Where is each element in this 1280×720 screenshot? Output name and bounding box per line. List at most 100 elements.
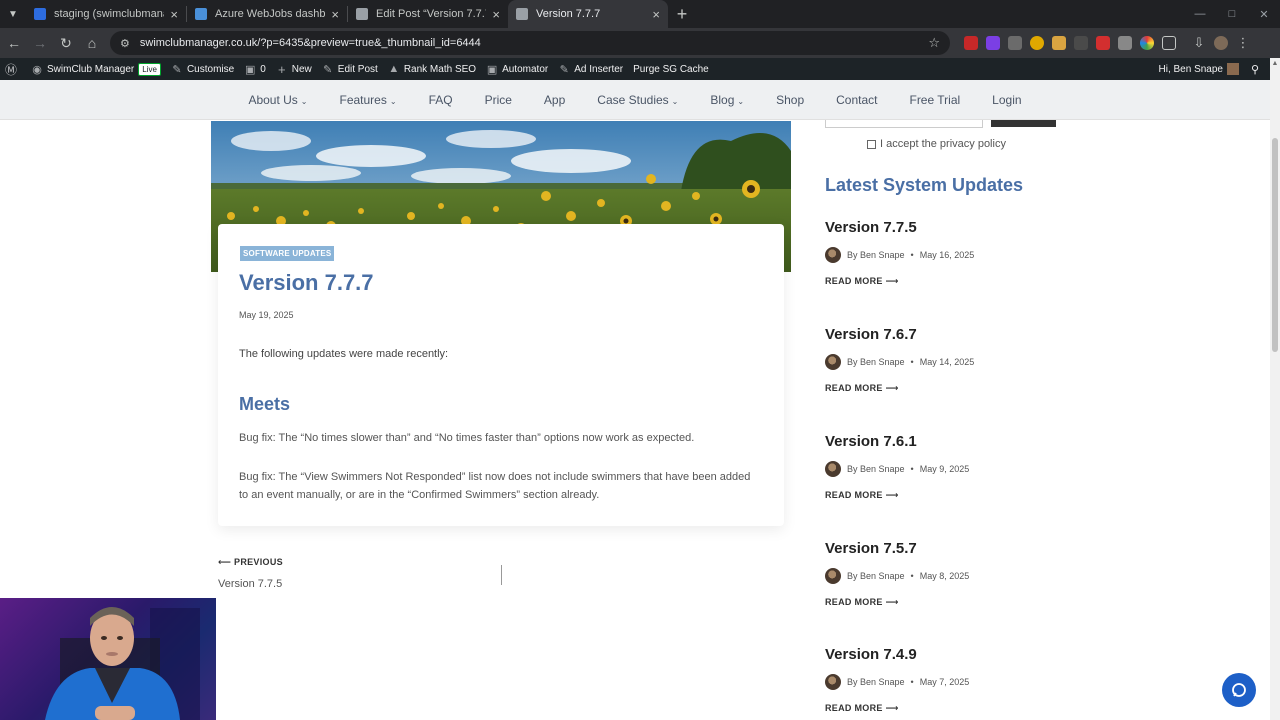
- update-author[interactable]: By Ben Snape: [847, 677, 905, 687]
- read-more-link[interactable]: READ MORE ⟶: [825, 703, 1125, 714]
- rank-math-item[interactable]: ▲ Rank Math SEO: [383, 58, 481, 80]
- update-title[interactable]: Version 7.7.5: [825, 219, 1125, 236]
- read-more-link[interactable]: READ MORE ⟶: [825, 276, 1125, 287]
- page-scrollbar[interactable]: ▲: [1270, 58, 1280, 720]
- nav-case-studies[interactable]: Case Studies ⌄: [581, 93, 694, 107]
- extension-icon[interactable]: [1118, 36, 1132, 50]
- download-icon[interactable]: ⇩: [1192, 35, 1206, 50]
- close-tab-icon[interactable]: ×: [492, 7, 500, 22]
- site-name-item[interactable]: ◉ SwimClub Manager Live: [26, 58, 166, 80]
- update-item: Version 7.5.7 By Ben Snape • May 8, 2025…: [825, 540, 1125, 608]
- bookmark-star-icon[interactable]: ☆: [928, 35, 940, 51]
- extension-icon[interactable]: [1096, 36, 1110, 50]
- arrow-right-icon: ⟶: [885, 383, 899, 393]
- privacy-checkbox[interactable]: [867, 139, 876, 149]
- site-info-icon[interactable]: ⚙: [120, 37, 130, 50]
- update-author[interactable]: By Ben Snape: [847, 250, 905, 260]
- update-title[interactable]: Version 7.6.7: [825, 326, 1125, 343]
- nav-login[interactable]: Login: [976, 93, 1037, 107]
- new-item[interactable]: + New: [271, 58, 317, 80]
- update-item: Version 7.6.7 By Ben Snape • May 14, 202…: [825, 326, 1125, 394]
- update-author[interactable]: By Ben Snape: [847, 464, 905, 474]
- automator-item[interactable]: ▣ Automator: [481, 58, 553, 80]
- nav-about-us[interactable]: About Us ⌄: [232, 93, 323, 107]
- update-title[interactable]: Version 7.5.7: [825, 540, 1125, 557]
- read-more-link[interactable]: READ MORE ⟶: [825, 490, 1125, 501]
- site-navigation: About Us ⌄ Features ⌄ FAQ Price App Case S…: [0, 80, 1270, 120]
- browser-tab[interactable]: Edit Post “Version 7.7.7” ‹ Swim ×: [348, 0, 508, 28]
- scroll-up-icon[interactable]: ▲: [1270, 58, 1280, 70]
- customise-item[interactable]: ✎ Customise: [166, 58, 239, 80]
- scrollbar-thumb[interactable]: [1272, 138, 1278, 352]
- close-tab-icon[interactable]: ×: [331, 7, 339, 22]
- newsletter-email-input[interactable]: [825, 120, 983, 128]
- wordpress-logo[interactable]: Ⓜ: [0, 58, 26, 80]
- edit-post-item[interactable]: ✎ Edit Post: [317, 58, 383, 80]
- nav-price[interactable]: Price: [469, 93, 528, 107]
- previous-label: PREVIOUS: [234, 557, 283, 567]
- post-intro: The following updates were made recently…: [239, 348, 449, 360]
- extension-icon[interactable]: [1074, 36, 1088, 50]
- browser-tab[interactable]: Azure WebJobs dashboard ×: [187, 0, 347, 28]
- menu-dots-icon[interactable]: ⋮: [1236, 35, 1250, 50]
- previous-post-title[interactable]: Version 7.7.5: [218, 578, 283, 590]
- purge-cache-item[interactable]: Purge SG Cache: [628, 58, 714, 80]
- newsletter-submit-button[interactable]: [991, 120, 1056, 127]
- extension-icon[interactable]: [1140, 36, 1154, 50]
- pencil-icon: ✎: [323, 63, 333, 76]
- update-author[interactable]: By Ben Snape: [847, 357, 905, 367]
- nav-shop[interactable]: Shop: [760, 93, 820, 107]
- avatar: [1227, 63, 1239, 75]
- reload-icon[interactable]: ↻: [54, 35, 78, 52]
- browser-tabbar: ▼ staging (swimclubmanager-non × Azure W…: [0, 0, 1280, 28]
- extension-icon[interactable]: [1030, 36, 1044, 50]
- url-text[interactable]: swimclubmanager.co.uk/?p=6435&preview=tr…: [140, 37, 928, 49]
- minimize-icon[interactable]: —: [1184, 8, 1216, 20]
- rank-math-label: Rank Math SEO: [403, 63, 477, 75]
- extension-icon[interactable]: [964, 36, 978, 50]
- read-more-link[interactable]: READ MORE ⟶: [825, 383, 1125, 394]
- close-window-icon[interactable]: ✕: [1248, 8, 1280, 21]
- profile-avatar[interactable]: [1214, 36, 1228, 50]
- user-account-item[interactable]: Hi, Ben Snape: [1154, 58, 1245, 80]
- nav-blog[interactable]: Blog ⌄: [694, 93, 760, 107]
- nav-features[interactable]: Features ⌄: [324, 93, 413, 107]
- extension-icon[interactable]: [986, 36, 1000, 50]
- nav-faq[interactable]: FAQ: [413, 93, 469, 107]
- comments-item[interactable]: ▣ 0: [239, 58, 271, 80]
- nav-free-trial[interactable]: Free Trial: [893, 93, 976, 107]
- puzzle-icon[interactable]: [1162, 36, 1176, 50]
- separator-dot: •: [910, 677, 914, 687]
- privacy-checkbox-row[interactable]: I accept the privacy policy: [867, 138, 1006, 150]
- browser-tab-active[interactable]: Version 7.7.7 ×: [508, 0, 668, 28]
- read-more-link[interactable]: READ MORE ⟶: [825, 597, 1125, 608]
- admin-search[interactable]: ⚲: [1244, 58, 1270, 80]
- close-tab-icon[interactable]: ×: [170, 7, 178, 22]
- category-badge[interactable]: SOFTWARE UPDATES: [240, 246, 335, 261]
- extension-icon[interactable]: [1052, 36, 1066, 50]
- tab-title: Edit Post “Version 7.7.7” ‹ Swim: [376, 8, 486, 20]
- tab-search-icon[interactable]: ▼: [0, 0, 26, 28]
- update-title[interactable]: Version 7.6.1: [825, 433, 1125, 450]
- close-tab-icon[interactable]: ×: [652, 7, 660, 22]
- nav-contact[interactable]: Contact: [820, 93, 893, 107]
- browser-tab[interactable]: staging (swimclubmanager-non ×: [26, 0, 186, 28]
- update-author[interactable]: By Ben Snape: [847, 571, 905, 581]
- post-nav-divider: [501, 565, 502, 585]
- ad-inserter-item[interactable]: ✎ Ad Inserter: [553, 58, 628, 80]
- browser-toolbar: ← → ↻ ⌂ ⚙ swimclubmanager.co.uk/?p=6435&…: [0, 28, 1280, 58]
- update-title[interactable]: Version 7.4.9: [825, 646, 1125, 663]
- ad-icon: ✎: [559, 63, 569, 76]
- chat-widget-button[interactable]: [1222, 673, 1256, 707]
- address-bar[interactable]: ⚙ swimclubmanager.co.uk/?p=6435&preview=…: [110, 31, 950, 55]
- extension-icon[interactable]: [1008, 36, 1022, 50]
- maximize-icon[interactable]: □: [1216, 8, 1248, 20]
- previous-post-link[interactable]: ⟵ PREVIOUS Version 7.7.5: [218, 557, 283, 590]
- wordpress-icon: Ⓜ: [5, 62, 18, 77]
- home-icon[interactable]: ⌂: [80, 35, 104, 51]
- forward-icon[interactable]: →: [28, 35, 52, 51]
- nav-app[interactable]: App: [528, 93, 581, 107]
- new-tab-button[interactable]: +: [668, 4, 696, 25]
- robot-icon: ▣: [486, 63, 498, 76]
- back-icon[interactable]: ←: [2, 35, 26, 51]
